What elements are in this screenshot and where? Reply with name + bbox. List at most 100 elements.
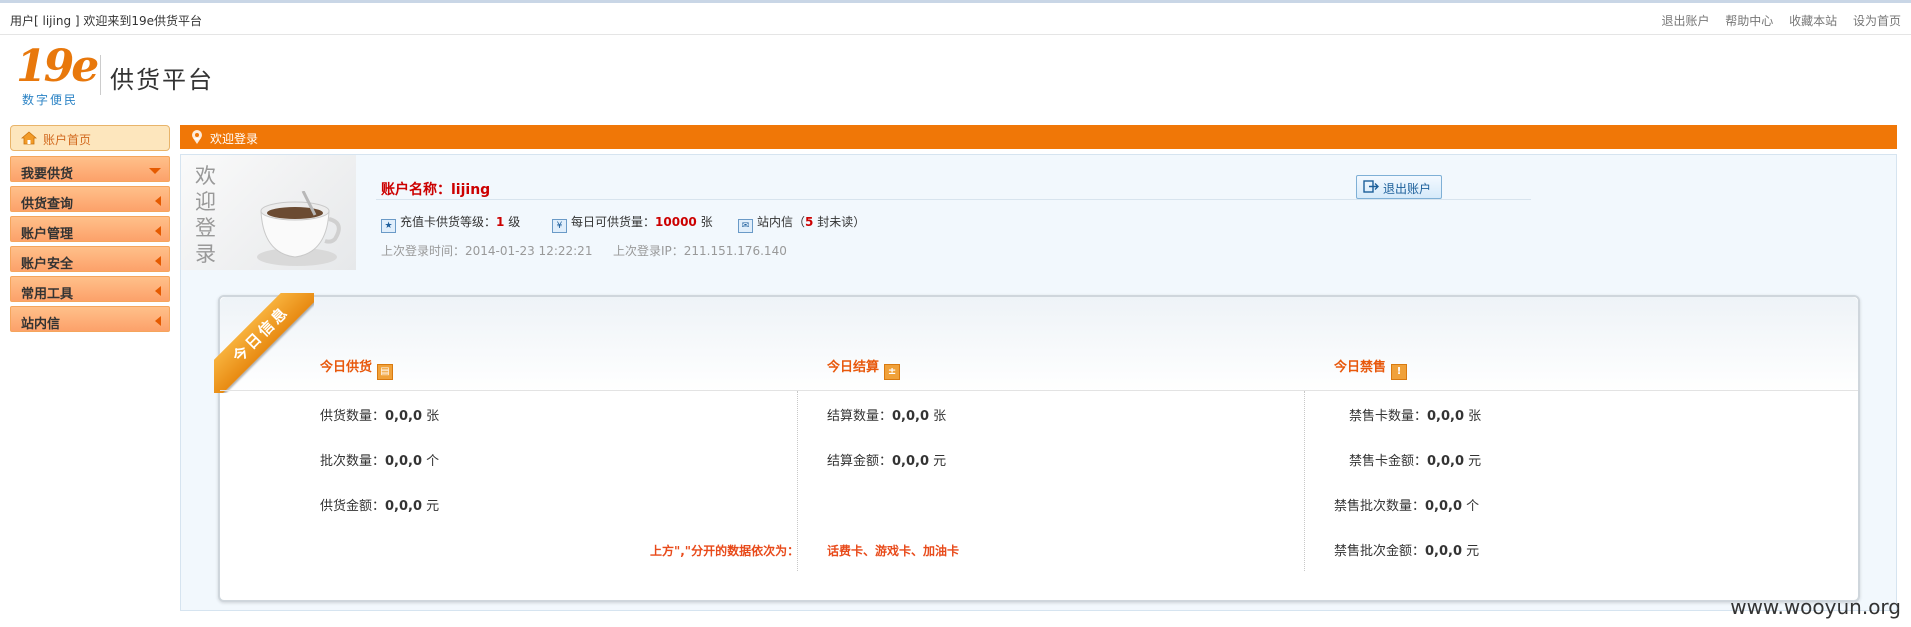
star-icon: ★	[381, 219, 396, 233]
top-bar: 用户[ lijing ] 欢迎来到19e供货平台 退出账户 帮助中心 收藏本站 …	[0, 3, 1911, 35]
today-ribbon: 今日信息	[214, 293, 314, 393]
home-icon	[20, 131, 38, 148]
row-unit: 个	[422, 454, 440, 469]
messages-status[interactable]: ✉ 站内信（5 封未读）	[738, 213, 865, 233]
sidebar-item-label: 常用工具	[21, 287, 74, 302]
row-label: 禁售批次数量：	[1334, 499, 1426, 514]
calculator-icon: ±	[884, 364, 901, 380]
messages-label: 站内信（	[757, 215, 806, 229]
daily-supply: ¥ 每日可供货量：10000 张	[552, 213, 713, 233]
daily-supply-unit: 张	[696, 215, 713, 229]
supply-level-label: 充值卡供货等级：	[400, 215, 497, 229]
welcome-char: 欢	[195, 164, 216, 188]
today-ban-title-text: 今日禁售	[1334, 360, 1387, 375]
today-info-box: 今日信息 今日供货 ▤ 今日结算 ± 今日禁售! 供货数量：0,0,0 张 批次数量…	[214, 293, 1860, 602]
row-unit: 个	[1462, 499, 1480, 514]
warning-icon: !	[1391, 364, 1408, 380]
sidebar-item-supply-query[interactable]: 供货查询	[10, 186, 170, 212]
today-settle-title: 今日结算 ±	[827, 356, 901, 380]
today-header-bg	[220, 297, 1858, 392]
logo[interactable]: 19e 数字便民	[14, 45, 99, 108]
bookmark-link[interactable]: 收藏本站	[1789, 14, 1837, 28]
sidebar-menu: 我要供货 供货查询 账户管理 账户安全 常用工具 站内信	[10, 156, 170, 336]
logo-mark: 19e	[16, 41, 99, 92]
logout-label: 退出账户	[1383, 182, 1432, 196]
today-settle-title-text: 今日结算	[827, 360, 880, 375]
watermark: www.wooyun.org	[1730, 595, 1901, 619]
settle-amount-row: 结算金额：0,0,0 元	[827, 450, 946, 469]
row-label: 结算金额：	[827, 454, 893, 469]
row-value: 0,0,0	[892, 454, 930, 469]
chevron-down-icon	[149, 168, 161, 174]
top-links: 退出账户 帮助中心 收藏本站 设为首页	[1649, 12, 1901, 29]
row-value: 0,0,0	[1427, 454, 1465, 469]
row-unit: 张	[1464, 409, 1482, 424]
banned-batch-count-row: 禁售批次数量：0,0,0 个	[1334, 495, 1479, 514]
mail-icon: ✉	[738, 219, 753, 233]
sidebar-item-label: 账户安全	[21, 257, 74, 272]
sidebar-item-label: 站内信	[21, 317, 61, 332]
sidebar-item-account-security[interactable]: 账户安全	[10, 246, 170, 272]
row-label: 供货金额：	[320, 499, 386, 514]
logo-divider	[100, 55, 101, 95]
daily-supply-value: 10000	[655, 215, 697, 229]
coffee-cup-icon	[251, 190, 347, 272]
row-label: 禁售批次金额：	[1334, 544, 1426, 559]
today-ribbon-label: 今日信息	[214, 293, 314, 393]
supply-count-row: 供货数量：0,0,0 张	[320, 405, 439, 424]
row-unit: 元	[422, 499, 440, 514]
sidebar-item-messages[interactable]: 站内信	[10, 306, 170, 332]
last-login-ip: 上次登录IP：211.151.176.140	[613, 244, 787, 258]
chevron-left-icon	[155, 256, 161, 266]
account-home-button[interactable]: 账户首页	[10, 125, 170, 151]
today-supply-title: 今日供货 ▤	[320, 356, 394, 380]
column-divider	[1304, 391, 1305, 571]
row-unit: 张	[929, 409, 947, 424]
settle-count-row: 结算数量：0,0,0 张	[827, 405, 946, 424]
chevron-left-icon	[155, 196, 161, 206]
sidebar-item-supply[interactable]: 我要供货	[10, 156, 170, 182]
data-order-note: 上方","分开的数据依次为：	[650, 544, 800, 558]
welcome-vertical-text: 欢 迎 登 录	[195, 163, 217, 267]
welcome-char: 录	[195, 242, 216, 266]
row-value: 0,0,0	[385, 499, 423, 514]
row-unit: 张	[422, 409, 440, 424]
logout-button[interactable]: 退出账户	[1356, 175, 1442, 199]
location-pin-icon	[190, 129, 204, 148]
help-link[interactable]: 帮助中心	[1725, 14, 1773, 28]
sidebar-item-label: 我要供货	[21, 167, 74, 182]
row-label: 批次数量：	[320, 454, 386, 469]
row-unit: 元	[1462, 544, 1480, 559]
row-unit: 元	[929, 454, 947, 469]
today-ban-title: 今日禁售!	[1334, 356, 1408, 380]
row-value: 0,0,0	[892, 409, 930, 424]
banned-batch-amount-row: 禁售批次金额：0,0,0 元	[1334, 540, 1479, 559]
section-title: 欢迎登录	[210, 132, 259, 146]
sidebar-item-account-management[interactable]: 账户管理	[10, 216, 170, 242]
row-label: 禁售卡数量：	[1349, 409, 1428, 424]
row-value: 0,0,0	[1425, 499, 1463, 514]
daily-supply-label: 每日可供货量：	[571, 215, 656, 229]
row-value: 0,0,0	[385, 454, 423, 469]
messages-unit: 封未读）	[813, 215, 866, 229]
account-name: 账户名称：lijing	[381, 182, 491, 198]
banned-card-count-row: 禁售卡数量：0,0,0 张	[1349, 405, 1481, 424]
logo-subtitle: 数字便民	[22, 93, 79, 107]
set-homepage-link[interactable]: 设为首页	[1853, 14, 1901, 28]
batch-count-row: 批次数量：0,0,0 个	[320, 450, 439, 469]
sidebar-item-label: 供货查询	[21, 197, 74, 212]
sidebar-item-label: 账户管理	[21, 227, 74, 242]
chevron-left-icon	[155, 226, 161, 236]
supply-amount-row: 供货金额：0,0,0 元	[320, 495, 439, 514]
chevron-left-icon	[155, 286, 161, 296]
row-unit: 元	[1464, 454, 1482, 469]
logout-link[interactable]: 退出账户	[1661, 14, 1709, 28]
logout-icon	[1363, 180, 1379, 196]
supply-level: ★ 充值卡供货等级：1 级	[381, 213, 520, 233]
sidebar-item-tools[interactable]: 常用工具	[10, 276, 170, 302]
welcome-char: 登	[195, 216, 216, 240]
row-label: 供货数量：	[320, 409, 386, 424]
row-label: 禁售卡金额：	[1349, 454, 1428, 469]
welcome-char: 迎	[195, 190, 216, 214]
chevron-left-icon	[155, 316, 161, 326]
